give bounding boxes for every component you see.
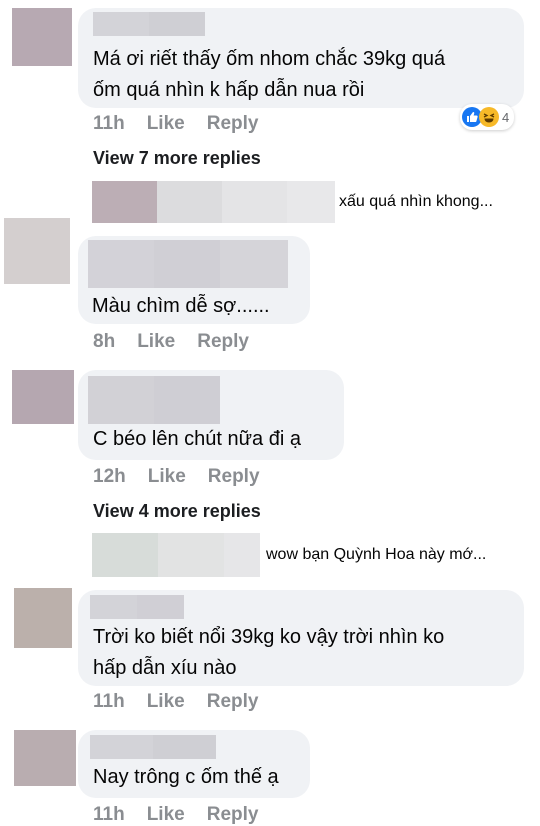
reply-snippet: xấu quá nhìn khong... <box>339 193 493 210</box>
comment-timestamp[interactable]: 8h <box>93 331 115 352</box>
reaction-count: 4 <box>502 109 510 125</box>
reply-snippet: wow bạn Quỳnh Hoa này mớ... <box>266 546 487 563</box>
comment-text: Màu chìm dễ sợ...... <box>92 295 270 317</box>
like-button[interactable]: Like <box>147 691 185 712</box>
comment-actions: 11h Like Reply <box>93 113 280 135</box>
like-button[interactable]: Like <box>137 331 175 352</box>
commenter-name-blurred[interactable] <box>90 595 184 619</box>
view-more-replies-link[interactable]: View 4 more replies <box>93 501 261 522</box>
avatar[interactable] <box>4 218 70 284</box>
comment-text: Trời ko biết nổi 39kg ko vậy trời nhìn k… <box>93 626 445 679</box>
reply-button[interactable]: Reply <box>207 113 259 134</box>
comment-actions: 11h Like Reply <box>93 691 280 713</box>
haha-reaction-icon <box>479 107 499 127</box>
reply-button[interactable]: Reply <box>197 331 249 352</box>
reply-preview[interactable]: wow bạn Quỳnh Hoa này mớ... <box>92 533 486 577</box>
avatar[interactable] <box>14 730 76 786</box>
commenter-name-blurred[interactable] <box>93 12 205 36</box>
comment-actions: 8h Like Reply <box>93 331 271 353</box>
reply-button[interactable]: Reply <box>208 466 260 487</box>
avatar[interactable] <box>14 588 72 648</box>
view-more-replies-link[interactable]: View 7 more replies <box>93 148 261 169</box>
reply-author-blurred <box>92 533 260 577</box>
reply-button[interactable]: Reply <box>207 691 259 712</box>
comment-timestamp[interactable]: 11h <box>93 691 125 712</box>
comment-actions: 12h Like Reply <box>93 466 282 488</box>
like-button[interactable]: Like <box>148 466 186 487</box>
reply-preview[interactable]: xấu quá nhìn khong... <box>92 181 493 223</box>
reply-author-blurred <box>92 181 335 223</box>
comment-timestamp[interactable]: 11h <box>93 113 125 134</box>
reaction-summary[interactable]: 4 <box>460 104 515 130</box>
comment-text: C béo lên chút nữa đi ạ <box>93 428 301 450</box>
avatar[interactable] <box>12 8 72 66</box>
comment-text: Nay trông c ốm thế ạ <box>93 766 279 788</box>
comment-text: Má ơi riết thấy ốm nhom chắc 39kg quá ốm… <box>93 48 446 101</box>
comment-timestamp[interactable]: 12h <box>93 466 126 487</box>
commenter-name-blurred[interactable] <box>90 735 216 759</box>
commenter-name-blurred[interactable] <box>88 240 288 288</box>
comment-timestamp[interactable]: 11h <box>93 804 125 825</box>
like-button[interactable]: Like <box>147 113 185 134</box>
avatar[interactable] <box>12 370 74 424</box>
reply-button[interactable]: Reply <box>207 804 259 825</box>
commenter-name-blurred[interactable] <box>88 376 220 424</box>
like-button[interactable]: Like <box>147 804 185 825</box>
comment-actions: 11h Like Reply <box>93 804 280 826</box>
